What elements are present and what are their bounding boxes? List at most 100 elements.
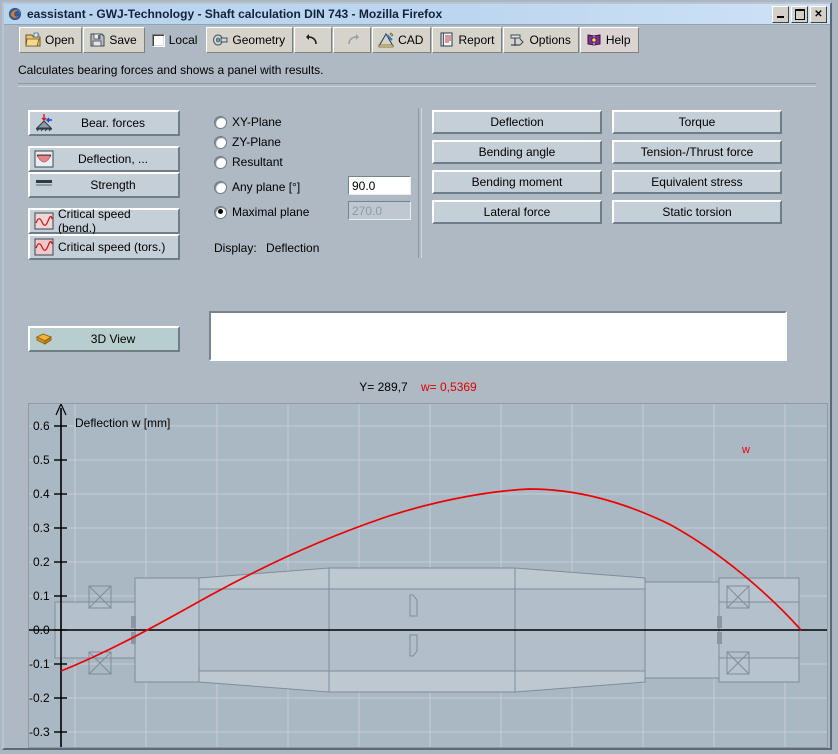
description-text: Calculates bearing forces and shows a pa… <box>18 63 324 77</box>
help-button-label: Help <box>606 33 631 47</box>
window-controls: ✕ <box>772 6 827 23</box>
radio-maximal-plane[interactable]: Maximal plane <box>214 205 309 219</box>
equivalent-stress-button[interactable]: Equivalent stress <box>612 170 782 194</box>
bear-forces-button[interactable]: Bear. forces <box>28 110 180 136</box>
bending-moment-button[interactable]: Bending moment <box>432 170 602 194</box>
radio-icon[interactable] <box>214 206 227 219</box>
readout-w-value: w= 0,5369 <box>421 380 477 394</box>
lateral-force-button[interactable]: Lateral force <box>432 200 602 224</box>
maximal-plane-value: 270.0 <box>352 204 382 218</box>
chart-canvas <box>29 404 827 747</box>
firefox-icon <box>8 7 22 21</box>
results-panel[interactable] <box>209 311 787 361</box>
redo-arrow-icon <box>344 32 360 48</box>
bending-angle-button[interactable]: Bending angle <box>432 140 602 164</box>
cad-button[interactable]: CAD <box>372 27 431 53</box>
description-divider <box>18 83 816 87</box>
critical-speed-tors-button[interactable]: Critical speed (tors.) <box>28 234 180 260</box>
open-button[interactable]: Open <box>19 27 82 53</box>
ytick-2: 0.4 <box>33 487 50 501</box>
critical-speed-tors-label: Critical speed (tors.) <box>54 240 178 254</box>
ytick-6: 0.0 <box>33 623 50 637</box>
toolbar: Open Save Local <box>6 25 828 55</box>
floppy-disk-icon <box>89 32 105 48</box>
ytick-9: -0.3 <box>29 725 50 739</box>
strength-button[interactable]: Strength <box>28 172 180 198</box>
geometry-button-label: Geometry <box>232 33 285 47</box>
legend-w-label: w <box>742 444 750 456</box>
ytick-5: 0.1 <box>33 589 50 603</box>
critical-bend-icon <box>34 211 54 231</box>
local-checkbox[interactable]: Local <box>146 27 206 53</box>
radio-icon[interactable] <box>214 136 227 149</box>
equivalent-stress-label: Equivalent stress <box>651 175 742 189</box>
checkbox-icon[interactable] <box>152 34 165 47</box>
content-area: Bear. forces Deflection, ... <box>14 90 822 744</box>
3d-view-label: 3D View <box>54 332 178 346</box>
radio-any-plane[interactable]: Any plane [°] <box>214 180 300 194</box>
undo-arrow-icon <box>305 32 321 48</box>
report-button-label: Report <box>458 33 494 47</box>
tension-thrust-force-label: Tension-/Thrust force <box>641 145 754 159</box>
display-label: Display: <box>214 241 257 255</box>
cad-button-label: CAD <box>398 33 423 47</box>
radio-zy-plane[interactable]: ZY-Plane <box>214 135 281 149</box>
deflection-result-button[interactable]: Deflection <box>432 110 602 134</box>
radio-resultant[interactable]: Resultant <box>214 155 283 169</box>
description-bar: Calculates bearing forces and shows a pa… <box>18 58 816 82</box>
deflection-chart[interactable]: Deflection w [mm] w 0.6 0.5 0.4 0.3 0.2 … <box>28 403 828 748</box>
bending-moment-label: Bending moment <box>472 175 563 189</box>
display-value: Deflection <box>266 241 319 255</box>
help-button[interactable]: Help <box>580 27 639 53</box>
options-tool-icon <box>509 32 525 48</box>
radio-xy-plane-label: XY-Plane <box>232 115 282 129</box>
save-button-label: Save <box>109 33 136 47</box>
open-button-label: Open <box>45 33 74 47</box>
torque-label: Torque <box>679 115 716 129</box>
deflection-result-label: Deflection <box>490 115 543 129</box>
window-title: eassistant - GWJ-Technology - Shaft calc… <box>27 7 442 21</box>
bending-angle-label: Bending angle <box>479 145 556 159</box>
display-row: Display: Deflection <box>214 241 319 255</box>
static-torsion-label: Static torsion <box>662 205 731 219</box>
torque-button[interactable]: Torque <box>612 110 782 134</box>
open-folder-icon <box>25 32 41 48</box>
save-button[interactable]: Save <box>83 27 144 53</box>
ytick-0: 0.6 <box>33 419 50 433</box>
any-plane-value: 90.0 <box>352 179 375 193</box>
strength-icon <box>34 175 54 195</box>
lateral-force-label: Lateral force <box>484 205 551 219</box>
close-button[interactable]: ✕ <box>810 6 827 23</box>
static-torsion-button[interactable]: Static torsion <box>612 200 782 224</box>
ytick-3: 0.3 <box>33 521 50 535</box>
any-plane-input[interactable]: 90.0 <box>348 176 411 195</box>
geometry-icon <box>212 32 228 48</box>
deflection-button[interactable]: Deflection, ... <box>28 146 180 172</box>
radio-icon[interactable] <box>214 116 227 129</box>
options-button-label: Options <box>529 33 570 47</box>
ytick-7: -0.1 <box>29 657 50 671</box>
radio-resultant-label: Resultant <box>232 155 283 169</box>
radio-icon[interactable] <box>214 156 227 169</box>
deflection-icon <box>34 149 54 169</box>
options-button[interactable]: Options <box>503 27 578 53</box>
ytick-1: 0.5 <box>33 453 50 467</box>
maximize-button[interactable] <box>791 6 808 23</box>
deflection-label: Deflection, ... <box>54 152 178 166</box>
undo-button[interactable] <box>294 27 332 53</box>
critical-speed-bend-button[interactable]: Critical speed (bend.) <box>28 208 180 234</box>
bearing-forces-icon <box>34 113 54 133</box>
radio-maximal-plane-label: Maximal plane <box>232 205 309 219</box>
cube-3d-icon <box>34 329 54 349</box>
help-book-icon <box>586 32 602 48</box>
radio-icon[interactable] <box>214 181 227 194</box>
report-button[interactable]: Report <box>432 27 502 53</box>
window-frame: eassistant - GWJ-Technology - Shaft calc… <box>2 2 832 750</box>
application-window: eassistant - GWJ-Technology - Shaft calc… <box>0 0 838 754</box>
tension-thrust-force-button[interactable]: Tension-/Thrust force <box>612 140 782 164</box>
3d-view-button[interactable]: 3D View <box>28 326 180 352</box>
minimize-button[interactable] <box>772 6 789 23</box>
maximal-plane-input: 270.0 <box>348 201 411 220</box>
geometry-button[interactable]: Geometry <box>206 27 293 53</box>
radio-xy-plane[interactable]: XY-Plane <box>214 115 282 129</box>
